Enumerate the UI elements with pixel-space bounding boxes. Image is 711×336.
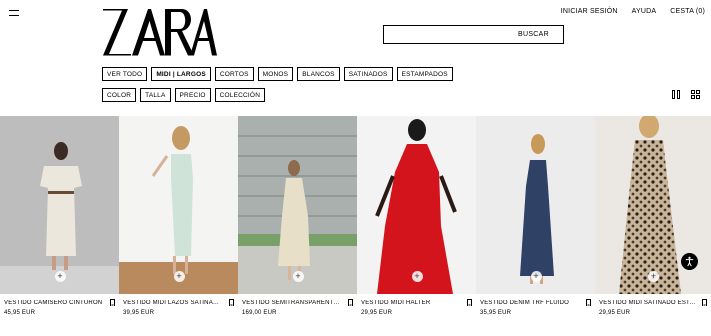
add-to-cart-icon[interactable]: +: [292, 271, 304, 282]
filter-coleccion[interactable]: COLECCIÓN: [214, 88, 266, 102]
search-label: BUSCAR: [518, 31, 549, 38]
add-to-cart-icon[interactable]: +: [173, 271, 185, 282]
filter-cortos[interactable]: CORTOS: [214, 67, 254, 81]
product-image[interactable]: +: [0, 116, 119, 294]
product-price: 39,95 EUR: [123, 310, 155, 316]
product-image[interactable]: +: [119, 116, 238, 294]
filter-satinados[interactable]: SATINADOS: [343, 67, 393, 81]
product-card[interactable]: + VESTIDO CAMISERO CINTURÓN 45,95 EUR: [0, 116, 119, 334]
product-grid: + VESTIDO CAMISERO CINTURÓN 45,95 EUR +: [0, 116, 711, 334]
bookmark-icon[interactable]: [110, 299, 115, 306]
filter-color[interactable]: COLOR: [102, 88, 137, 102]
attribute-filters: COLOR TALLA PRECIO COLECCIÓN: [102, 88, 266, 102]
product-price: 35,95 EUR: [480, 310, 512, 316]
filter-blancos[interactable]: BLANCOS: [297, 67, 340, 81]
filter-talla[interactable]: TALLA: [140, 88, 171, 102]
product-card[interactable]: + VESTIDO MIDI HALTER 29,95 EUR: [357, 116, 476, 334]
product-name[interactable]: VESTIDO SEMITRANSPARENTE ...: [242, 300, 342, 306]
product-name[interactable]: VESTIDO MIDI HALTER: [361, 300, 430, 306]
brand-logo[interactable]: [102, 8, 217, 56]
bookmark-icon[interactable]: [467, 299, 472, 306]
filter-estampados[interactable]: ESTAMPADOS: [396, 67, 453, 81]
product-price: 45,95 EUR: [4, 310, 36, 316]
login-link[interactable]: INICIAR SESIÓN: [561, 8, 618, 15]
product-image[interactable]: +: [357, 116, 476, 294]
add-to-cart-icon[interactable]: +: [54, 271, 66, 282]
product-price: 169,00 EUR: [242, 310, 277, 316]
add-to-cart-icon[interactable]: +: [411, 271, 423, 282]
help-link[interactable]: AYUDA: [632, 8, 657, 15]
product-image[interactable]: +: [476, 116, 595, 294]
product-name[interactable]: VESTIDO DENIM TRF FLUIDO: [480, 300, 569, 306]
four-column-view-icon[interactable]: [691, 90, 700, 99]
product-image[interactable]: +: [238, 116, 357, 294]
product-card[interactable]: + VESTIDO MIDI SATINADO ESTA... 29,95 EU…: [595, 116, 711, 334]
category-filters: VER TODO MIDI | LARGOS CORTOS MONOS BLAN…: [102, 67, 453, 81]
product-price: 29,95 EUR: [599, 310, 631, 316]
product-card[interactable]: + VESTIDO DENIM TRF FLUIDO 35,95 EUR: [476, 116, 595, 334]
product-card[interactable]: + VESTIDO SEMITRANSPARENTE ... 169,00 EU…: [238, 116, 357, 334]
product-name[interactable]: VESTIDO MIDI SATINADO ESTA...: [599, 300, 699, 306]
two-column-view-icon[interactable]: [672, 90, 681, 99]
accessibility-icon[interactable]: [681, 253, 698, 270]
product-price: 29,95 EUR: [361, 310, 393, 316]
product-card[interactable]: + VESTIDO MIDI LAZOS SATINADOS 39,95 EUR: [119, 116, 238, 334]
product-name[interactable]: VESTIDO CAMISERO CINTURÓN: [4, 300, 102, 306]
search-box[interactable]: BUSCAR: [383, 25, 564, 44]
product-name[interactable]: VESTIDO MIDI LAZOS SATINADOS: [123, 300, 223, 306]
view-toggle: [672, 90, 700, 99]
bookmark-icon[interactable]: [702, 299, 707, 306]
filter-midi-largos[interactable]: MIDI | LARGOS: [151, 67, 211, 81]
filter-precio[interactable]: PRECIO: [174, 88, 211, 102]
top-links: INICIAR SESIÓN AYUDA CESTA (0): [561, 8, 705, 15]
add-to-cart-icon[interactable]: +: [648, 271, 659, 282]
filter-monos[interactable]: MONOS: [257, 67, 294, 81]
bookmark-icon[interactable]: [586, 299, 591, 306]
menu-icon[interactable]: [9, 9, 21, 18]
cart-link[interactable]: CESTA (0): [670, 8, 705, 15]
filter-ver-todo[interactable]: VER TODO: [102, 67, 148, 81]
add-to-cart-icon[interactable]: +: [530, 271, 542, 282]
bookmark-icon[interactable]: [348, 299, 353, 306]
bookmark-icon[interactable]: [229, 299, 234, 306]
